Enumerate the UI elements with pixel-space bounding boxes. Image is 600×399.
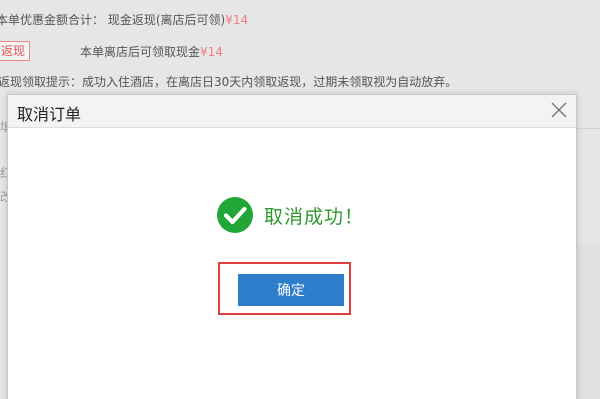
success-message: 取消成功！ (264, 205, 365, 228)
dialog-title: 取消订单 (17, 105, 82, 124)
success-message-row: 取消成功！ (216, 195, 364, 235)
page: 本单优惠金额合计： 现金返现(离店后可领)¥14 返现 本单离店后可领取现金¥1… (0, 0, 600, 399)
discount-summary: 本单优惠金额合计： 现金返现(离店后可领)¥14 (0, 11, 248, 28)
dialog-header: 取消订单 (8, 95, 576, 128)
refund-tag: 返现 (0, 41, 31, 61)
refund-row-label: 本单离店后可领取现金 (80, 45, 201, 59)
discount-summary-amount: ¥14 (225, 13, 249, 27)
discount-summary-label: 本单优惠金额合计： (0, 13, 105, 27)
refund-row-amount: ¥14 (200, 45, 223, 59)
checkmark-circle-icon (216, 196, 254, 234)
confirm-button[interactable]: 确定 (238, 274, 344, 306)
close-icon[interactable] (551, 102, 567, 118)
bg-side-panel (574, 245, 600, 399)
cancel-order-dialog: 取消订单 取消成功！ 确定 (7, 94, 577, 399)
refund-row-text: 本单离店后可领取现金¥14 (80, 43, 223, 60)
refund-tip: 返现领取提示：成功入住酒店，在离店日30天内领取返现，过期未领取视为自动放弃。 (0, 75, 458, 89)
refund-row: 返现 本单离店后可领取现金¥14 (0, 41, 600, 63)
discount-summary-value: 现金返现(离店后可领) (107, 13, 226, 27)
